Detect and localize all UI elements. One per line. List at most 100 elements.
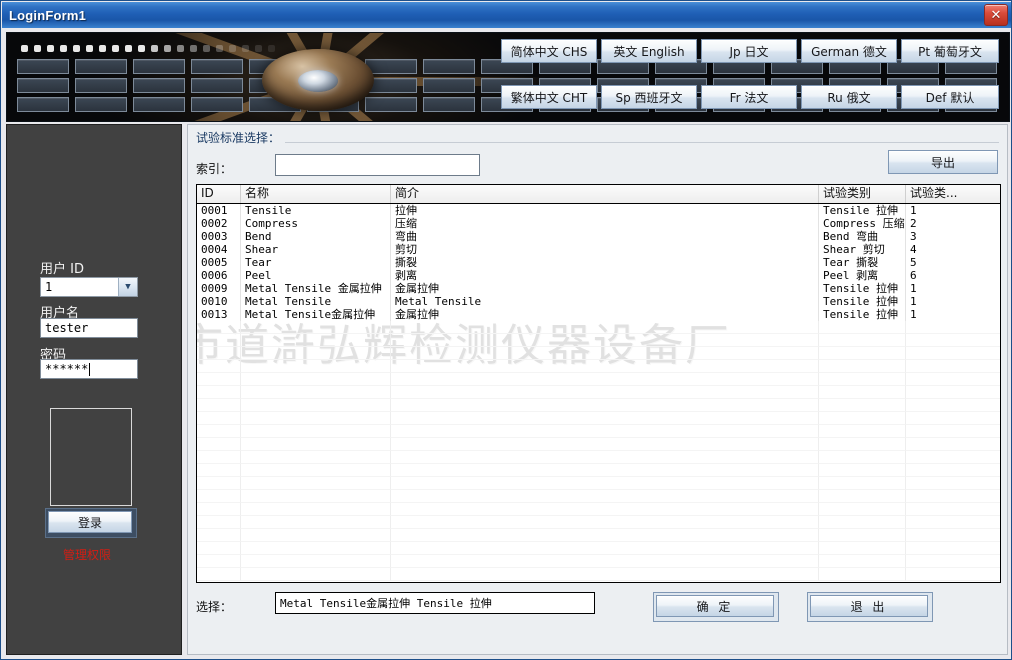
- chevron-down-icon[interactable]: ▼: [118, 278, 137, 296]
- table-empty-cell: [819, 477, 906, 490]
- table-header-row: ID 名称 简介 试验类别 试验类...: [197, 185, 1000, 204]
- lang-button-chs[interactable]: 简体中文 CHS: [501, 39, 597, 63]
- banner-dot-strip: [21, 45, 275, 52]
- title-bar: LoginForm1 ✕: [2, 2, 1011, 28]
- table-empty-cell: [391, 555, 819, 568]
- table-empty-cell: [391, 451, 819, 464]
- table-empty-cell: [197, 438, 241, 451]
- export-button[interactable]: 导出: [888, 150, 998, 174]
- lang-button-sp[interactable]: Sp 西班牙文: [601, 85, 697, 109]
- confirm-button[interactable]: 确 定: [656, 595, 774, 617]
- table-cell: Tensile: [241, 204, 391, 217]
- standards-table[interactable]: ID 名称 简介 试验类别 试验类... 东莞市道滸弘辉检测仪器设备厂 0001…: [196, 184, 1001, 583]
- lang-button-de[interactable]: German 德文: [801, 39, 897, 63]
- table-cell: Compress: [241, 217, 391, 230]
- password-input[interactable]: ******: [40, 359, 138, 379]
- table-empty-cell: [906, 555, 1000, 568]
- column-header-test-type[interactable]: 试验类别: [819, 185, 906, 203]
- lang-button-pt[interactable]: Pt 葡萄牙文: [901, 39, 999, 63]
- table-empty-cell: [906, 334, 1000, 347]
- table-empty-cell: [819, 529, 906, 542]
- index-input[interactable]: [275, 154, 480, 176]
- table-empty-row: [197, 321, 1000, 334]
- group-divider: [196, 142, 999, 143]
- table-empty-cell: [197, 373, 241, 386]
- table-cell: 金属拉伸: [391, 282, 819, 295]
- table-empty-cell: [391, 529, 819, 542]
- table-empty-cell: [197, 529, 241, 542]
- login-button[interactable]: 登录: [48, 511, 132, 533]
- lang-button-ru[interactable]: Ru 俄文: [801, 85, 897, 109]
- table-cell: Tensile 拉伸: [819, 204, 906, 217]
- table-empty-cell: [819, 503, 906, 516]
- table-row[interactable]: 0004 Shear 剪切 Shear 剪切 4: [197, 243, 1000, 256]
- table-empty-cell: [197, 568, 241, 581]
- table-cell: 0003: [197, 230, 241, 243]
- table-cell: 0006: [197, 269, 241, 282]
- userid-dropdown[interactable]: 1 ▼: [40, 277, 138, 297]
- table-empty-cell: [391, 373, 819, 386]
- table-cell: Bend 弯曲: [819, 230, 906, 243]
- table-empty-cell: [819, 516, 906, 529]
- table-empty-cell: [197, 477, 241, 490]
- username-input[interactable]: tester: [40, 318, 138, 338]
- table-empty-row: [197, 425, 1000, 438]
- lang-button-jp[interactable]: Jp 日文: [701, 39, 797, 63]
- table-row[interactable]: 0010 Metal Tensile Metal Tensile Tensile 拉伸…: [197, 295, 1000, 308]
- table-row[interactable]: 0013 Metal Tensile金属拉伸 金属拉伸 Tensile 拉伸 1: [197, 308, 1000, 321]
- table-empty-cell: [241, 490, 391, 503]
- table-cell: Tensile 拉伸: [819, 308, 906, 321]
- table-empty-cell: [906, 451, 1000, 464]
- close-icon[interactable]: ✕: [984, 4, 1008, 26]
- column-header-desc[interactable]: 简介: [391, 185, 819, 203]
- table-empty-cell: [906, 516, 1000, 529]
- table-empty-cell: [391, 503, 819, 516]
- table-cell: Tear: [241, 256, 391, 269]
- table-row[interactable]: 0009 Metal Tensile 金属拉伸 金属拉伸 Tensile 拉伸 1: [197, 282, 1000, 295]
- table-cell: 1: [910, 204, 917, 217]
- table-row[interactable]: 0001 Tensile 拉伸 Tensile 拉伸 1: [197, 204, 1000, 217]
- table-cell: Bend: [241, 230, 391, 243]
- table-empty-cell: [241, 477, 391, 490]
- quit-button[interactable]: 退 出: [810, 595, 928, 617]
- table-cell: 4: [910, 243, 917, 256]
- lang-button-cht[interactable]: 繁体中文 CHT: [501, 85, 597, 109]
- table-empty-cell: [391, 568, 819, 581]
- lang-button-def[interactable]: Def 默认: [901, 85, 999, 109]
- table-row[interactable]: 0005 Tear 撕裂 Tear 撕裂 5: [197, 256, 1000, 269]
- table-empty-cell: [197, 347, 241, 360]
- table-cell: 剥离: [391, 269, 819, 282]
- selection-input[interactable]: Metal Tensile金属拉伸 Tensile 拉伸: [275, 592, 595, 614]
- table-empty-cell: [819, 438, 906, 451]
- language-button-bar-row1: 简体中文 CHS 英文 English Jp 日文 German 德文 Pt 葡…: [501, 39, 999, 63]
- table-row[interactable]: 0006 Peel 剥离 Peel 剥离 6: [197, 269, 1000, 282]
- standard-selection-panel: 试验标准选择： 索引： 导出 ID 名称 简介 试验类别 试验类... 东莞市道…: [187, 124, 1008, 655]
- table-empty-cell: [241, 334, 391, 347]
- table-empty-cell: [819, 347, 906, 360]
- table-row[interactable]: 0002 Compress 压缩 Compress 压缩 2: [197, 217, 1000, 230]
- table-cell: 压缩: [391, 217, 819, 230]
- column-header-name[interactable]: 名称: [241, 185, 391, 203]
- table-empty-cell: [391, 542, 819, 555]
- column-header-test-type-id[interactable]: 试验类...: [906, 185, 1000, 203]
- table-cell: Tear 撕裂: [819, 256, 906, 269]
- table-empty-cell: [197, 321, 241, 334]
- table-row[interactable]: 0003 Bend 弯曲 Bend 弯曲 3: [197, 230, 1000, 243]
- table-empty-cell: [906, 347, 1000, 360]
- table-empty-cell: [906, 477, 1000, 490]
- group-title: 试验标准选择：: [196, 129, 286, 146]
- table-cell: Peel 剥离: [819, 269, 906, 282]
- table-empty-cell: [906, 360, 1000, 373]
- lang-button-fr[interactable]: Fr 法文: [701, 85, 797, 109]
- table-cell: 0002: [197, 217, 241, 230]
- table-empty-cell: [906, 542, 1000, 555]
- table-empty-cell: [819, 412, 906, 425]
- column-header-id[interactable]: ID: [197, 185, 241, 203]
- table-empty-row: [197, 490, 1000, 503]
- table-cell: 拉伸: [391, 204, 819, 217]
- table-cell: Peel: [241, 269, 391, 282]
- table-cell: 金属拉伸: [391, 308, 819, 321]
- lang-button-en[interactable]: 英文 English: [601, 39, 697, 63]
- table-empty-cell: [819, 399, 906, 412]
- table-empty-cell: [391, 399, 819, 412]
